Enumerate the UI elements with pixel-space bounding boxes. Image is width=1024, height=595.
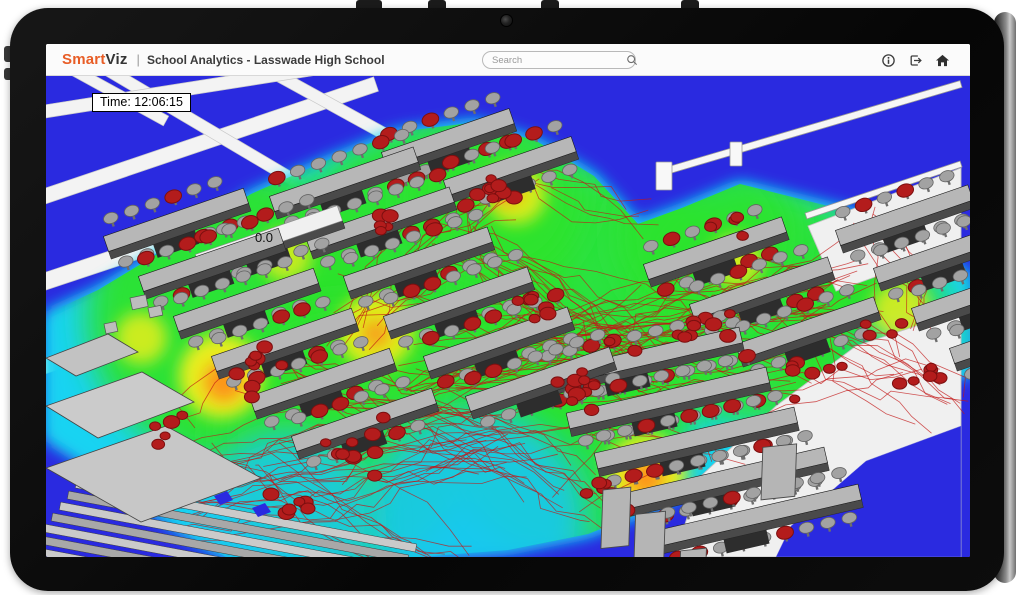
person-dot: [250, 351, 262, 360]
person-dot: [512, 296, 524, 305]
person-dot: [567, 397, 578, 406]
person-dot: [628, 345, 642, 356]
search-icon[interactable]: [626, 54, 638, 66]
person-dot: [923, 371, 937, 382]
person-dot: [785, 365, 800, 376]
page-title: School Analytics - Lasswade High School: [147, 53, 385, 67]
person-dot: [177, 411, 188, 419]
person-dot: [577, 368, 588, 376]
person-dot: [470, 189, 485, 201]
exit-icon[interactable]: [907, 52, 923, 68]
person-dot: [863, 330, 876, 340]
person-dot: [150, 422, 161, 431]
header-separator: |: [137, 52, 140, 67]
tablet-camera: [500, 14, 513, 27]
person-dot: [592, 477, 607, 489]
person-dot: [860, 320, 871, 328]
person-dot: [524, 294, 538, 305]
person-dot: [737, 231, 749, 240]
table-annotation: 0.0: [255, 230, 273, 245]
person-dot: [678, 332, 692, 343]
search-box[interactable]: [482, 51, 636, 69]
person-dot: [529, 314, 540, 323]
person-dot: [604, 337, 615, 345]
person-dot: [160, 432, 170, 440]
person-dot: [368, 470, 382, 481]
search-input[interactable]: [483, 55, 626, 66]
app-window: SmartViz | School Analytics - Lasswade H…: [46, 44, 970, 557]
simulation-time-readout: Time: 12:06:15: [92, 93, 191, 112]
person-dot: [263, 488, 279, 500]
person-dot: [346, 438, 357, 447]
person-dot: [276, 361, 288, 370]
logo-secondary: Viz: [106, 51, 128, 68]
person-dot: [367, 446, 383, 458]
person-dot: [705, 318, 722, 331]
person-dot: [588, 381, 600, 390]
app-logo[interactable]: SmartViz: [62, 51, 128, 68]
person-dot: [282, 504, 296, 515]
person-dot: [892, 378, 906, 389]
person-dot: [725, 310, 736, 318]
viz-3d-viewport[interactable]: 0.0 Time: 12:06:15: [46, 76, 970, 557]
person-dot: [580, 489, 592, 499]
person-dot: [365, 428, 381, 441]
person-dot: [720, 330, 736, 343]
person-dot: [377, 412, 391, 423]
person-dot: [376, 227, 387, 235]
person-dot: [908, 377, 919, 385]
person-dot: [257, 341, 273, 353]
person-dot: [336, 449, 350, 460]
person-dot: [895, 319, 907, 329]
person-dot: [551, 377, 564, 387]
person-dot: [579, 376, 590, 385]
person-dot: [540, 307, 556, 320]
home-icon[interactable]: [934, 52, 950, 68]
person-dot: [790, 395, 800, 403]
person-dot: [229, 368, 244, 380]
app-screenshot: SmartViz | School Analytics - Lasswade H…: [0, 0, 1024, 595]
app-header: SmartViz | School Analytics - Lasswade H…: [46, 44, 970, 76]
person-dot: [887, 330, 898, 338]
logo-primary: Smart: [62, 51, 106, 68]
info-icon[interactable]: [880, 52, 896, 68]
person-dot: [926, 363, 936, 371]
viz-3d-scene[interactable]: 0.0: [46, 76, 970, 557]
person-dot: [705, 222, 717, 231]
person-dot: [301, 503, 315, 514]
person-dot: [837, 362, 847, 370]
person-dot: [824, 364, 836, 373]
person-dot: [731, 212, 744, 222]
person-dot: [152, 439, 165, 449]
person-dot: [382, 210, 398, 223]
person-dot: [584, 404, 598, 415]
person-dot: [805, 367, 820, 379]
person-dot: [687, 320, 700, 330]
person-dot: [321, 439, 331, 447]
header-actions: [880, 52, 950, 68]
person-dot: [487, 194, 499, 203]
person-dot: [244, 391, 259, 403]
person-dot: [491, 180, 506, 192]
